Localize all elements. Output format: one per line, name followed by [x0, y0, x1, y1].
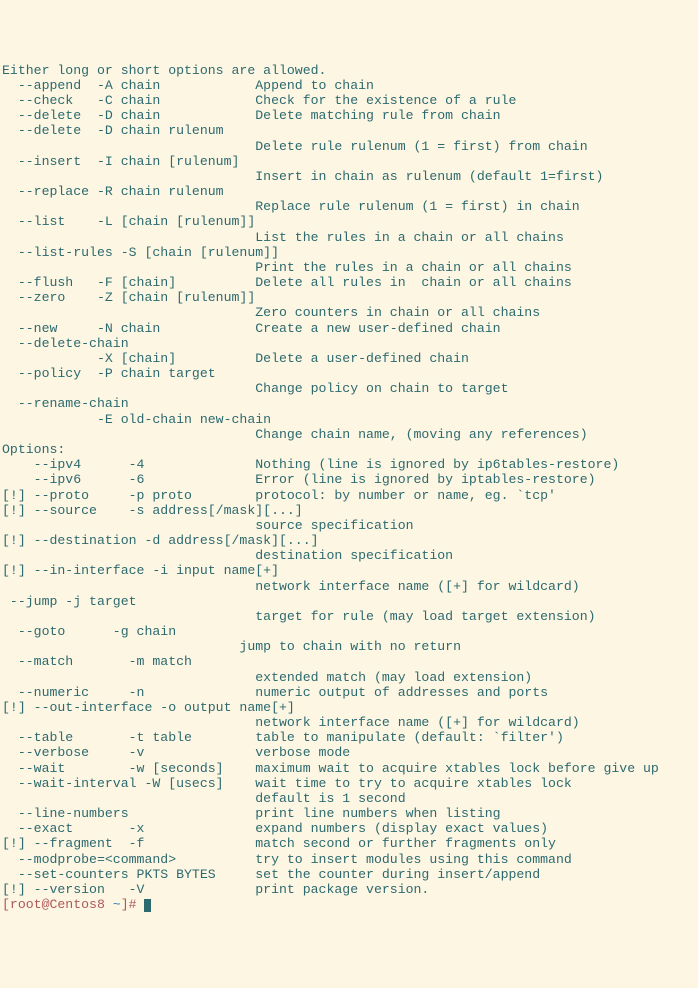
- command-line-1: --check -C chain Check for the existence…: [2, 93, 696, 108]
- option-line-0: --ipv4 -4 Nothing (line is ignored by ip…: [2, 457, 696, 472]
- command-line-16: --new -N chain Create a new user-defined…: [2, 321, 696, 336]
- option-line-1: --ipv6 -6 Error (line is ignored by ipta…: [2, 472, 696, 487]
- command-line-10: List the rules in a chain or all chains: [2, 230, 696, 245]
- command-line-3: --delete -D chain rulenum: [2, 123, 696, 138]
- options-header: Options:: [2, 442, 696, 457]
- shell-prompt[interactable]: [root@Centos8 ~]#: [2, 897, 696, 912]
- prompt-path: ~: [113, 897, 121, 912]
- option-line-2: [!] --proto -p proto protocol: by number…: [2, 488, 696, 503]
- command-line-14: --zero -Z [chain [rulenum]]: [2, 290, 696, 305]
- command-line-17: --delete-chain: [2, 336, 696, 351]
- command-line-8: Replace rule rulenum (1 = first) in chai…: [2, 199, 696, 214]
- help-header: Either long or short options are allowed…: [2, 63, 696, 78]
- command-line-5: --insert -I chain [rulenum]: [2, 154, 696, 169]
- option-line-18: --table -t table table to manipulate (de…: [2, 730, 696, 745]
- command-line-11: --list-rules -S [chain [rulenum]]: [2, 245, 696, 260]
- command-line-4: Delete rule rulenum (1 = first) from cha…: [2, 139, 696, 154]
- option-line-25: [!] --fragment -f match second or furthe…: [2, 836, 696, 851]
- option-line-14: extended match (may load extension): [2, 670, 696, 685]
- option-line-9: --jump -j target: [2, 594, 696, 609]
- option-line-5: [!] --destination -d address[/mask][...]: [2, 533, 696, 548]
- option-line-6: destination specification: [2, 548, 696, 563]
- option-line-8: network interface name ([+] for wildcard…: [2, 579, 696, 594]
- command-line-21: --rename-chain: [2, 396, 696, 411]
- command-line-12: Print the rules in a chain or all chains: [2, 260, 696, 275]
- option-line-27: --set-counters PKTS BYTES set the counte…: [2, 867, 696, 882]
- command-line-9: --list -L [chain [rulenum]]: [2, 214, 696, 229]
- option-line-22: default is 1 second: [2, 791, 696, 806]
- command-line-7: --replace -R chain rulenum: [2, 184, 696, 199]
- prompt-host: [root@Centos8: [2, 897, 113, 912]
- option-line-20: --wait -w [seconds] maximum wait to acqu…: [2, 761, 696, 776]
- option-line-19: --verbose -v verbose mode: [2, 745, 696, 760]
- option-line-28: [!] --version -V print package version.: [2, 882, 696, 897]
- option-line-26: --modprobe=<command> try to insert modul…: [2, 852, 696, 867]
- option-line-21: --wait-interval -W [usecs] wait time to …: [2, 776, 696, 791]
- option-line-13: --match -m match: [2, 654, 696, 669]
- option-line-7: [!] --in-interface -i input name[+]: [2, 563, 696, 578]
- option-line-4: source specification: [2, 518, 696, 533]
- command-line-19: --policy -P chain target: [2, 366, 696, 381]
- option-line-11: --goto -g chain: [2, 624, 696, 639]
- command-line-0: --append -A chain Append to chain: [2, 78, 696, 93]
- option-line-24: --exact -x expand numbers (display exact…: [2, 821, 696, 836]
- command-line-20: Change policy on chain to target: [2, 381, 696, 396]
- command-line-6: Insert in chain as rulenum (default 1=fi…: [2, 169, 696, 184]
- option-line-10: target for rule (may load target extensi…: [2, 609, 696, 624]
- command-line-18: -X [chain] Delete a user-defined chain: [2, 351, 696, 366]
- command-line-23: Change chain name, (moving any reference…: [2, 427, 696, 442]
- cursor-icon: [144, 899, 151, 912]
- option-line-3: [!] --source -s address[/mask][...]: [2, 503, 696, 518]
- option-line-17: network interface name ([+] for wildcard…: [2, 715, 696, 730]
- terminal-output[interactable]: Either long or short options are allowed…: [2, 63, 696, 913]
- command-line-13: --flush -F [chain] Delete all rules in c…: [2, 275, 696, 290]
- option-line-23: --line-numbers print line numbers when l…: [2, 806, 696, 821]
- prompt-sigil: ]#: [121, 897, 145, 912]
- command-line-22: -E old-chain new-chain: [2, 412, 696, 427]
- command-line-15: Zero counters in chain or all chains: [2, 305, 696, 320]
- option-line-15: --numeric -n numeric output of addresses…: [2, 685, 696, 700]
- option-line-16: [!] --out-interface -o output name[+]: [2, 700, 696, 715]
- option-line-12: jump to chain with no return: [2, 639, 696, 654]
- command-line-2: --delete -D chain Delete matching rule f…: [2, 108, 696, 123]
